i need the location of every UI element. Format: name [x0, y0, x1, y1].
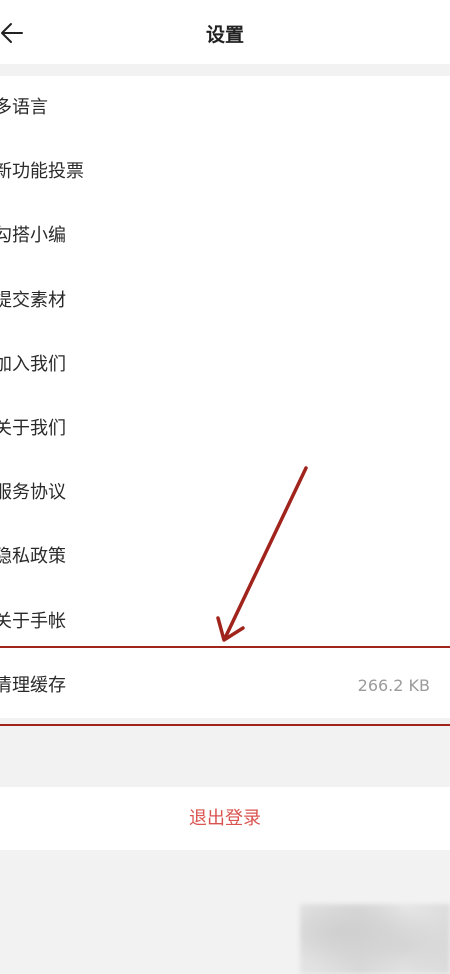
settings-item-feature-vote[interactable]: 新功能投票: [0, 140, 450, 204]
settings-item-label: 加入我们: [0, 353, 66, 375]
settings-item-label: 多语言: [0, 97, 48, 118]
page-title: 设置: [205, 24, 244, 46]
settings-item-label: 新功能投票: [0, 161, 84, 183]
settings-item-contact-editor[interactable]: 勾搭小编: [0, 204, 450, 268]
settings-item-label: 隐私政策: [0, 546, 66, 568]
logout-button[interactable]: 退出登录: [0, 787, 450, 850]
blurred-watermark: [300, 904, 450, 974]
navigation-bar: 设置: [0, 0, 450, 64]
settings-item-label: 关于手帐: [0, 610, 66, 632]
settings-item-label: 清理缓存: [0, 674, 66, 696]
settings-item-service-agreement[interactable]: 服务协议: [0, 461, 450, 525]
settings-list: 多语言 新功能投票 勾搭小编 提交素材 加入我们 关于我们 服务协议 隐私政策 …: [0, 76, 450, 718]
logout-label: 退出登录: [189, 808, 261, 829]
settings-item-multilanguage[interactable]: 多语言: [0, 76, 450, 140]
settings-item-about-us[interactable]: 关于我们: [0, 397, 450, 461]
cache-size-value: 266.2 KB: [357, 675, 430, 695]
settings-item-privacy-policy[interactable]: 隐私政策: [0, 525, 450, 589]
settings-item-label: 提交素材: [0, 289, 66, 311]
settings-item-clear-cache[interactable]: 清理缓存 266.2 KB: [0, 654, 450, 718]
settings-item-label: 关于我们: [0, 417, 66, 439]
settings-item-label: 勾搭小编: [0, 225, 66, 247]
settings-item-about-journal[interactable]: 关于手帐: [0, 590, 450, 654]
settings-item-submit-material[interactable]: 提交素材: [0, 269, 450, 333]
settings-item-label: 服务协议: [0, 482, 66, 504]
settings-item-join-us[interactable]: 加入我们: [0, 333, 450, 397]
